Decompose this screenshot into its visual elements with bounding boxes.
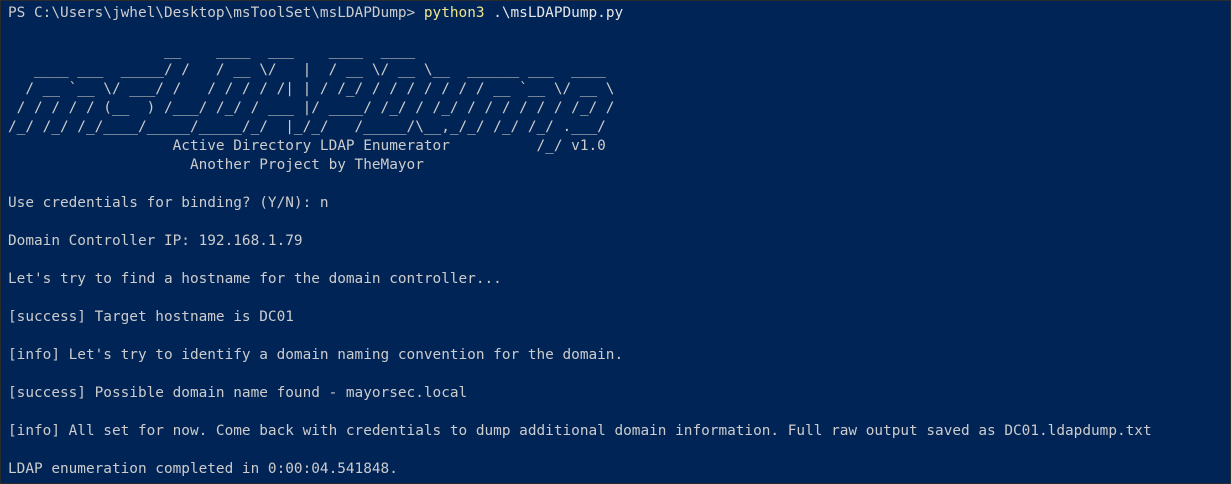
dc-ip-line: Domain Controller IP: 192.168.1.79	[8, 233, 303, 249]
info-done-line: [info] All set for now. Come back with c…	[8, 423, 1152, 439]
banner-line-2: ____ ___ _____/ / / __ \/ | / __ \/ __ \…	[8, 62, 606, 78]
find-hostname-line: Let's try to find a hostname for the dom…	[8, 271, 502, 287]
completed-line: LDAP enumeration completed in 0:00:04.54…	[8, 461, 398, 477]
terminal-window[interactable]: PS C:\Users\jwhel\Desktop\msToolSet\msLD…	[0, 0, 1231, 484]
banner-line-1: __ ____ ___ ____ ____	[8, 43, 416, 59]
prompt-path: PS C:\Users\jwhel\Desktop\msToolSet\msLD…	[8, 5, 424, 21]
banner-author: Another Project by TheMayor	[8, 157, 424, 173]
command-name: python3	[423, 5, 485, 21]
success-hostname-line: [success] Target hostname is DC01	[8, 309, 294, 325]
success-domain-line: [success] Possible domain name found - m…	[8, 385, 468, 401]
command-args: .\msLDAPDump.py	[484, 5, 624, 21]
banner-line-3: / __ `__ \/ ___/ / / / / / /| | / /_/ / …	[8, 81, 615, 97]
credentials-prompt: Use credentials for binding? (Y/N): n	[8, 195, 329, 211]
banner-line-5: /_/ /_/ /_/____/_____/_____/_/ |_/_/ /__…	[8, 119, 606, 135]
info-naming-line: [info] Let's try to identify a domain na…	[8, 347, 624, 363]
prompt-line: PS C:\Users\jwhel\Desktop\msToolSet\msLD…	[8, 4, 623, 23]
banner-line-4: / / / / / (__ ) /___/ /_/ / ___ |/ ____/…	[8, 100, 615, 116]
banner-subtitle: Active Directory LDAP Enumerator /_/ v1.…	[8, 138, 606, 154]
